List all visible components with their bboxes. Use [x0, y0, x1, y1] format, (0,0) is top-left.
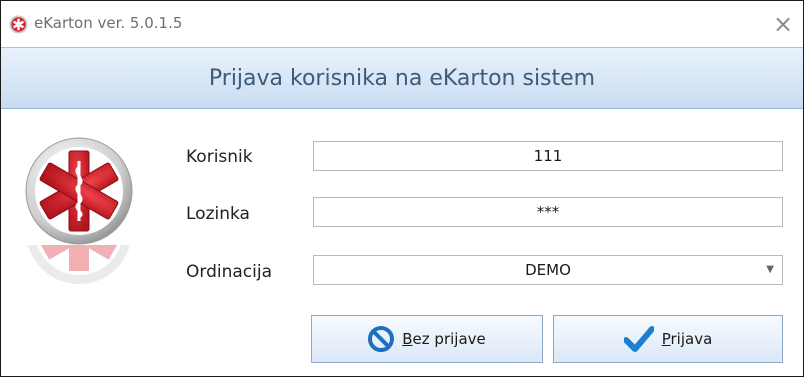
window-title: eKarton ver. 5.0.1.5: [34, 14, 183, 32]
office-value: DEMO: [525, 261, 571, 279]
office-select[interactable]: DEMO ▼: [313, 255, 783, 285]
app-icon: [9, 15, 28, 34]
cancel-label: Bez prijave: [402, 330, 486, 348]
password-value: ***: [536, 203, 560, 221]
user-input[interactable]: 111: [313, 141, 783, 171]
logo-reflection: [25, 245, 133, 285]
cancel-button[interactable]: Bez prijave: [311, 315, 543, 363]
password-label: Lozinka: [186, 204, 250, 224]
login-label: Prijava: [661, 330, 713, 348]
login-window: eKarton ver. 5.0.1.5 × Prijava korisnika…: [0, 0, 804, 377]
medical-star-of-life-icon: [25, 137, 133, 245]
office-label: Ordinacija: [186, 262, 272, 282]
close-button[interactable]: ×: [763, 1, 803, 47]
page-title: Prijava korisnika na eKarton sistem: [208, 65, 596, 91]
login-button[interactable]: Prijava: [553, 315, 783, 363]
password-input[interactable]: ***: [313, 197, 783, 227]
title-bar: eKarton ver. 5.0.1.5 ×: [1, 1, 803, 47]
no-entry-icon: [368, 326, 395, 352]
user-value: 111: [533, 147, 563, 165]
header-band: Prijava korisnika na eKarton sistem: [1, 47, 803, 109]
close-icon: ×: [772, 10, 794, 38]
user-label: Korisnik: [186, 147, 253, 167]
chevron-down-icon[interactable]: ▼: [766, 264, 774, 275]
checkmark-icon: [623, 326, 654, 352]
